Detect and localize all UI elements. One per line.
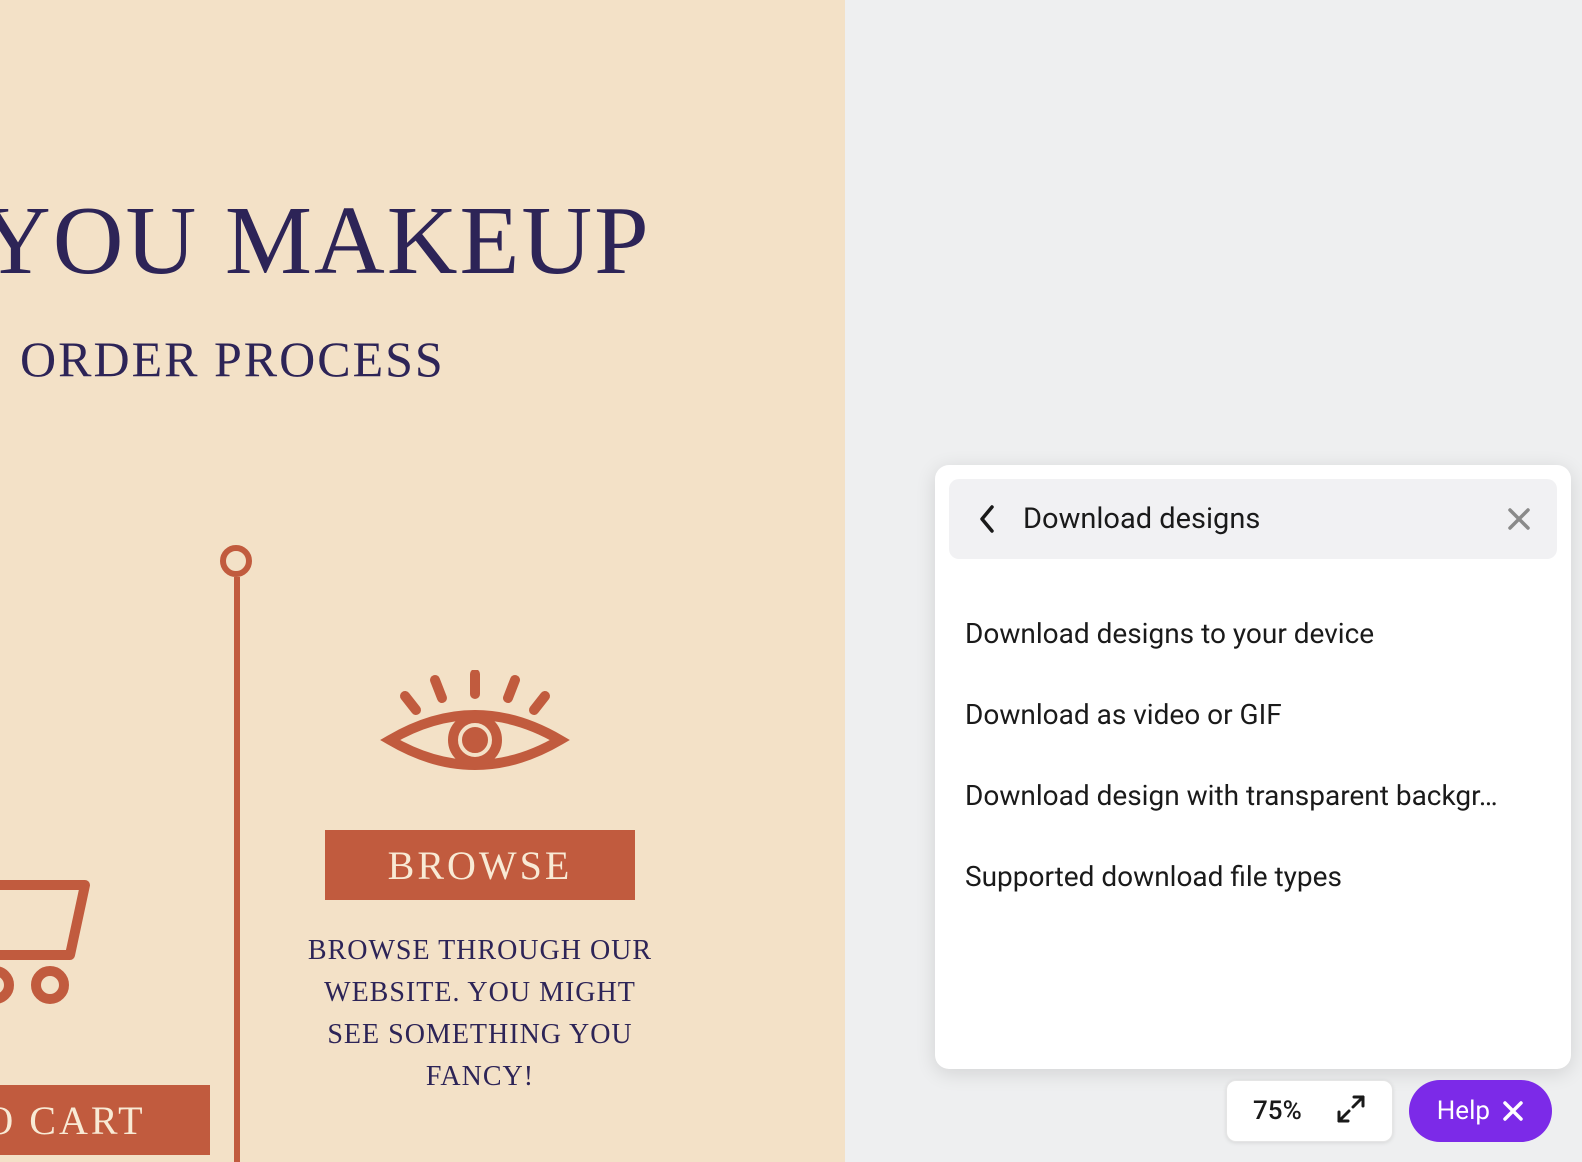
timeline-node-icon[interactable]: [220, 545, 252, 577]
help-panel-header: Download designs: [949, 479, 1557, 559]
help-button[interactable]: Help: [1409, 1080, 1552, 1142]
help-item-download-video[interactable]: Download as video or GIF: [965, 674, 1541, 755]
expand-icon: [1336, 1094, 1366, 1124]
cart-button-label: O CART: [0, 1097, 146, 1144]
eye-icon[interactable]: [380, 670, 570, 794]
design-subtitle[interactable]: ORDER PROCESS: [20, 330, 445, 388]
browse-button[interactable]: BROWSE: [325, 830, 635, 900]
help-item-download-device[interactable]: Download designs to your device: [965, 593, 1541, 674]
help-item-download-transparent[interactable]: Download design with transparent backgr…: [965, 755, 1541, 836]
chevron-left-icon: [978, 504, 996, 534]
browse-button-label: BROWSE: [388, 842, 573, 889]
close-icon: [1502, 1100, 1524, 1122]
add-to-cart-button[interactable]: O CART: [0, 1085, 210, 1155]
close-button[interactable]: [1505, 505, 1533, 533]
back-button[interactable]: [973, 505, 1001, 533]
timeline-line-icon[interactable]: [234, 577, 240, 1162]
help-panel: Download designs Download designs to you…: [935, 465, 1571, 1069]
close-icon: [1507, 507, 1531, 531]
cart-icon[interactable]: [0, 870, 100, 1014]
help-item-file-types[interactable]: Supported download file types: [965, 836, 1541, 917]
help-panel-title: Download designs: [1023, 502, 1260, 536]
design-canvas[interactable]: YOU MAKEUP ORDER PROCESS BROWSE BROWSE T…: [0, 0, 845, 1162]
help-button-label: Help: [1437, 1096, 1490, 1126]
design-title[interactable]: YOU MAKEUP: [0, 185, 651, 297]
zoom-control[interactable]: 75%: [1226, 1080, 1393, 1142]
fullscreen-button[interactable]: [1336, 1094, 1366, 1128]
help-items-list: Download designs to your device Download…: [935, 573, 1571, 937]
bottom-toolbar: 75% Help: [1226, 1080, 1552, 1142]
browse-description[interactable]: BROWSE THROUGH OUR WEBSITE. YOU MIGHT SE…: [295, 930, 665, 1098]
zoom-level: 75%: [1253, 1096, 1302, 1126]
